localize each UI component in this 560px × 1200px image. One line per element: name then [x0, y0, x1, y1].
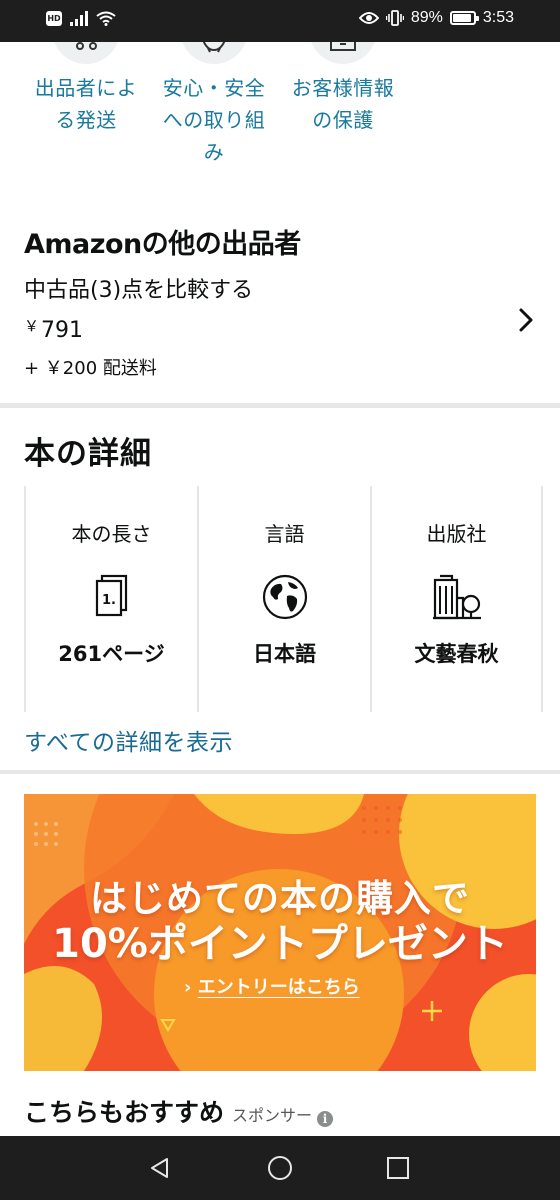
- status-bar: HD 89% 3:53: [0, 0, 560, 42]
- chevron-right-icon: ›: [184, 977, 192, 998]
- book-detail-cards: 本の長さ 1. 261ページ 言語 日本語 出版社 文藝春秋: [24, 486, 543, 712]
- other-sellers-section[interactable]: Amazonの他の出品者 中古品(3)点を比較する ￥791 + ￥200 配送…: [0, 212, 560, 402]
- detail-card-language[interactable]: 言語 日本語: [197, 486, 370, 712]
- price-value: 791: [41, 318, 84, 343]
- detail-label-publisher: 出版社: [426, 522, 487, 546]
- promo-entry-text: エントリーはこちら: [197, 977, 360, 998]
- badge-icon: [202, 42, 226, 53]
- battery-fill: [452, 14, 471, 22]
- trust-label-shipping: 出品者による発送: [34, 76, 138, 132]
- price-symbol: ￥: [24, 317, 40, 335]
- battery-percent: 89%: [410, 9, 443, 26]
- info-icon[interactable]: i: [317, 1111, 334, 1127]
- section-divider: [0, 770, 560, 774]
- clock: 3:53: [482, 9, 514, 26]
- detail-value-publisher: 文藝春秋: [414, 642, 499, 666]
- battery-icon: [449, 11, 479, 25]
- detail-label-length: 本の長さ: [71, 522, 152, 546]
- detail-label-language: 言語: [264, 522, 305, 546]
- other-sellers-title: Amazonの他の出品者: [24, 229, 301, 260]
- trust-item-shipping[interactable]: 出品者による発送: [26, 42, 146, 136]
- detail-value-length: 261ページ: [58, 642, 165, 666]
- trust-item-privacy[interactable]: お客様情報の保護: [283, 42, 403, 136]
- see-all-details-link[interactable]: すべての詳細を表示: [24, 723, 233, 757]
- promo-subheadline: 10%ポイントプレゼント: [52, 921, 508, 967]
- page-count-icon-text: 1.: [102, 593, 116, 608]
- lowest-price: ￥791: [24, 315, 83, 343]
- lock-card-icon: [330, 42, 356, 51]
- detail-value-language: 日本語: [253, 642, 316, 666]
- compare-used-text: 中古品(3)点を比較する: [24, 278, 254, 303]
- trust-item-safety[interactable]: 安心・安全への取り組み: [154, 42, 274, 168]
- signal-icon: [70, 11, 88, 26]
- hd-badge: HD: [46, 11, 62, 26]
- chevron-right-icon[interactable]: [516, 307, 536, 333]
- recents-icon: [387, 1157, 409, 1179]
- detail-card-length[interactable]: 本の長さ 1. 261ページ: [24, 486, 197, 712]
- book-details-title: 本の詳細: [24, 436, 152, 472]
- section-divider: [0, 403, 560, 408]
- home-button[interactable]: [250, 1136, 310, 1200]
- eye-icon: [358, 12, 379, 24]
- recommended-title: こちらもおすすめ: [24, 1098, 225, 1127]
- promo-entry-link[interactable]: › エントリーはこちら: [184, 973, 360, 999]
- recents-button[interactable]: [368, 1136, 428, 1200]
- trust-label-safety: 安心・安全への取り組み: [162, 76, 266, 164]
- shipping-fee: + ￥200 配送料: [24, 358, 157, 379]
- recommended-header: こちらもおすすめ スポンサー i: [24, 1093, 334, 1129]
- building-icon: [432, 574, 481, 620]
- back-icon: [151, 1158, 168, 1178]
- globe-icon: [262, 574, 307, 620]
- vibrate-icon: [385, 10, 404, 26]
- truck-icon: [76, 42, 97, 50]
- wifi-icon: [96, 11, 116, 26]
- detail-card-publisher[interactable]: 出版社 文藝春秋: [370, 486, 543, 712]
- back-button[interactable]: [130, 1136, 190, 1200]
- trust-row: 出品者による発送 安心・安全への取り組み お客様情報の保護: [0, 42, 560, 164]
- page-count-icon: 1.: [95, 574, 127, 617]
- navigation-bar: [0, 1136, 560, 1200]
- trust-label-privacy: お客様情報の保護: [291, 76, 395, 132]
- sponsored-label: スポンサー: [232, 1106, 313, 1125]
- home-icon: [268, 1156, 292, 1180]
